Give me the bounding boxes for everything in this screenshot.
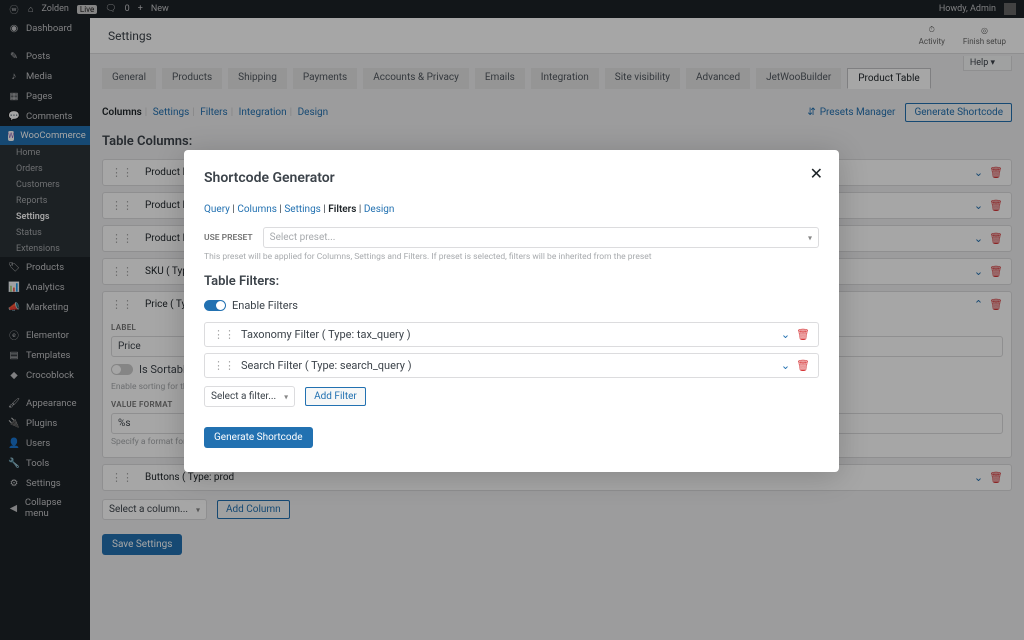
chevron-down-icon: ▾ [808, 233, 812, 242]
preset-select[interactable]: Select preset...▾ [263, 227, 819, 248]
mtab-query[interactable]: Query [204, 204, 230, 215]
mtab-columns[interactable]: Columns [237, 204, 277, 215]
modal-title: Shortcode Generator [204, 170, 819, 186]
enable-filters-label: Enable Filters [232, 299, 298, 312]
trash-icon[interactable]: 🗑 [796, 359, 810, 372]
add-filter-button[interactable]: Add Filter [305, 387, 366, 406]
close-icon[interactable]: ✕ [810, 164, 823, 183]
chevron-down-icon: ▾ [284, 392, 288, 401]
generate-shortcode-submit[interactable]: Generate Shortcode [204, 427, 313, 448]
shortcode-generator-modal: ✕ Shortcode Generator Query | Columns | … [184, 150, 839, 472]
filter-label: Taxonomy Filter ( Type: tax_query ) [241, 328, 411, 341]
mtab-design[interactable]: Design [364, 204, 395, 215]
filters-section-title: Table Filters: [204, 274, 819, 289]
filter-item[interactable]: ⋮⋮ Taxonomy Filter ( Type: tax_query ) ⌄ 🗑 [204, 322, 819, 347]
filter-item[interactable]: ⋮⋮ Search Filter ( Type: search_query ) ⌄… [204, 353, 819, 378]
select-filter-dropdown[interactable]: Select a filter...▾ [204, 386, 295, 407]
drag-handle-icon[interactable]: ⋮⋮ [213, 359, 235, 372]
chevron-down-icon[interactable]: ⌄ [781, 328, 790, 341]
trash-icon[interactable]: 🗑 [796, 328, 810, 341]
mtab-settings[interactable]: Settings [284, 204, 321, 215]
mtab-filters[interactable]: Filters [328, 204, 356, 215]
preset-hint: This preset will be applied for Columns,… [204, 252, 819, 262]
use-preset-label: USE PRESET [204, 233, 253, 243]
enable-filters-toggle[interactable] [204, 300, 226, 311]
filter-label: Search Filter ( Type: search_query ) [241, 359, 412, 372]
chevron-down-icon[interactable]: ⌄ [781, 359, 790, 372]
drag-handle-icon[interactable]: ⋮⋮ [213, 328, 235, 341]
modal-tabs: Query | Columns | Settings | Filters | D… [204, 204, 819, 215]
